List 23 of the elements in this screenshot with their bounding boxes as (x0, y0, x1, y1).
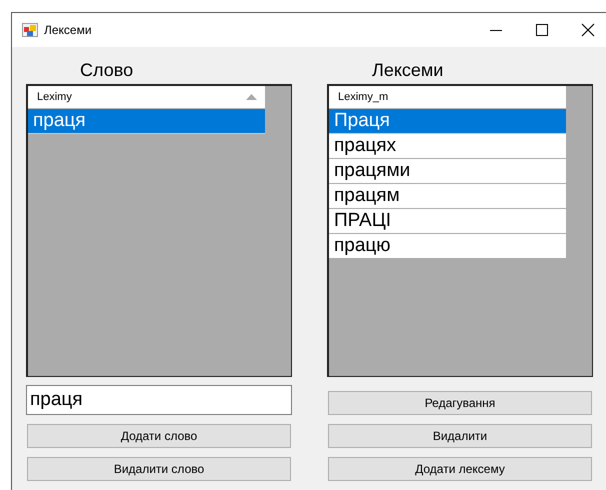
column-header[interactable]: Leximy_m (329, 86, 566, 108)
data-grid[interactable]: Leximy_m Праця працях працями працям ПРАЦІ працю (327, 84, 593, 377)
action-button[interactable]: Видалити (328, 424, 592, 448)
data-grid[interactable]: Leximy праця (26, 84, 292, 377)
action-button[interactable]: Видалити слово (27, 457, 291, 481)
action-button[interactable]: Додати слово (27, 424, 291, 448)
grid-cell[interactable]: працям (329, 184, 566, 209)
grid-cell[interactable]: працю (329, 234, 566, 259)
close-icon (581, 23, 595, 37)
grid-cell[interactable]: працях (329, 134, 566, 159)
grid-cell[interactable]: Праця (329, 109, 566, 134)
window-title: Лексеми (44, 23, 92, 37)
grid-cell[interactable]: ПРАЦІ (329, 209, 566, 234)
grid-cell[interactable]: працями (329, 159, 566, 184)
action-button[interactable]: Редагування (328, 391, 592, 415)
maximize-icon (535, 23, 549, 37)
app-icon (22, 22, 38, 38)
section-heading: Слово (80, 59, 134, 82)
column-header[interactable]: Leximy (28, 86, 265, 108)
grid-cell[interactable]: праця (28, 109, 265, 134)
text-field[interactable]: праця (26, 385, 292, 415)
action-button[interactable]: Додати лексему (328, 457, 592, 481)
section-heading: Лексеми (372, 59, 444, 82)
